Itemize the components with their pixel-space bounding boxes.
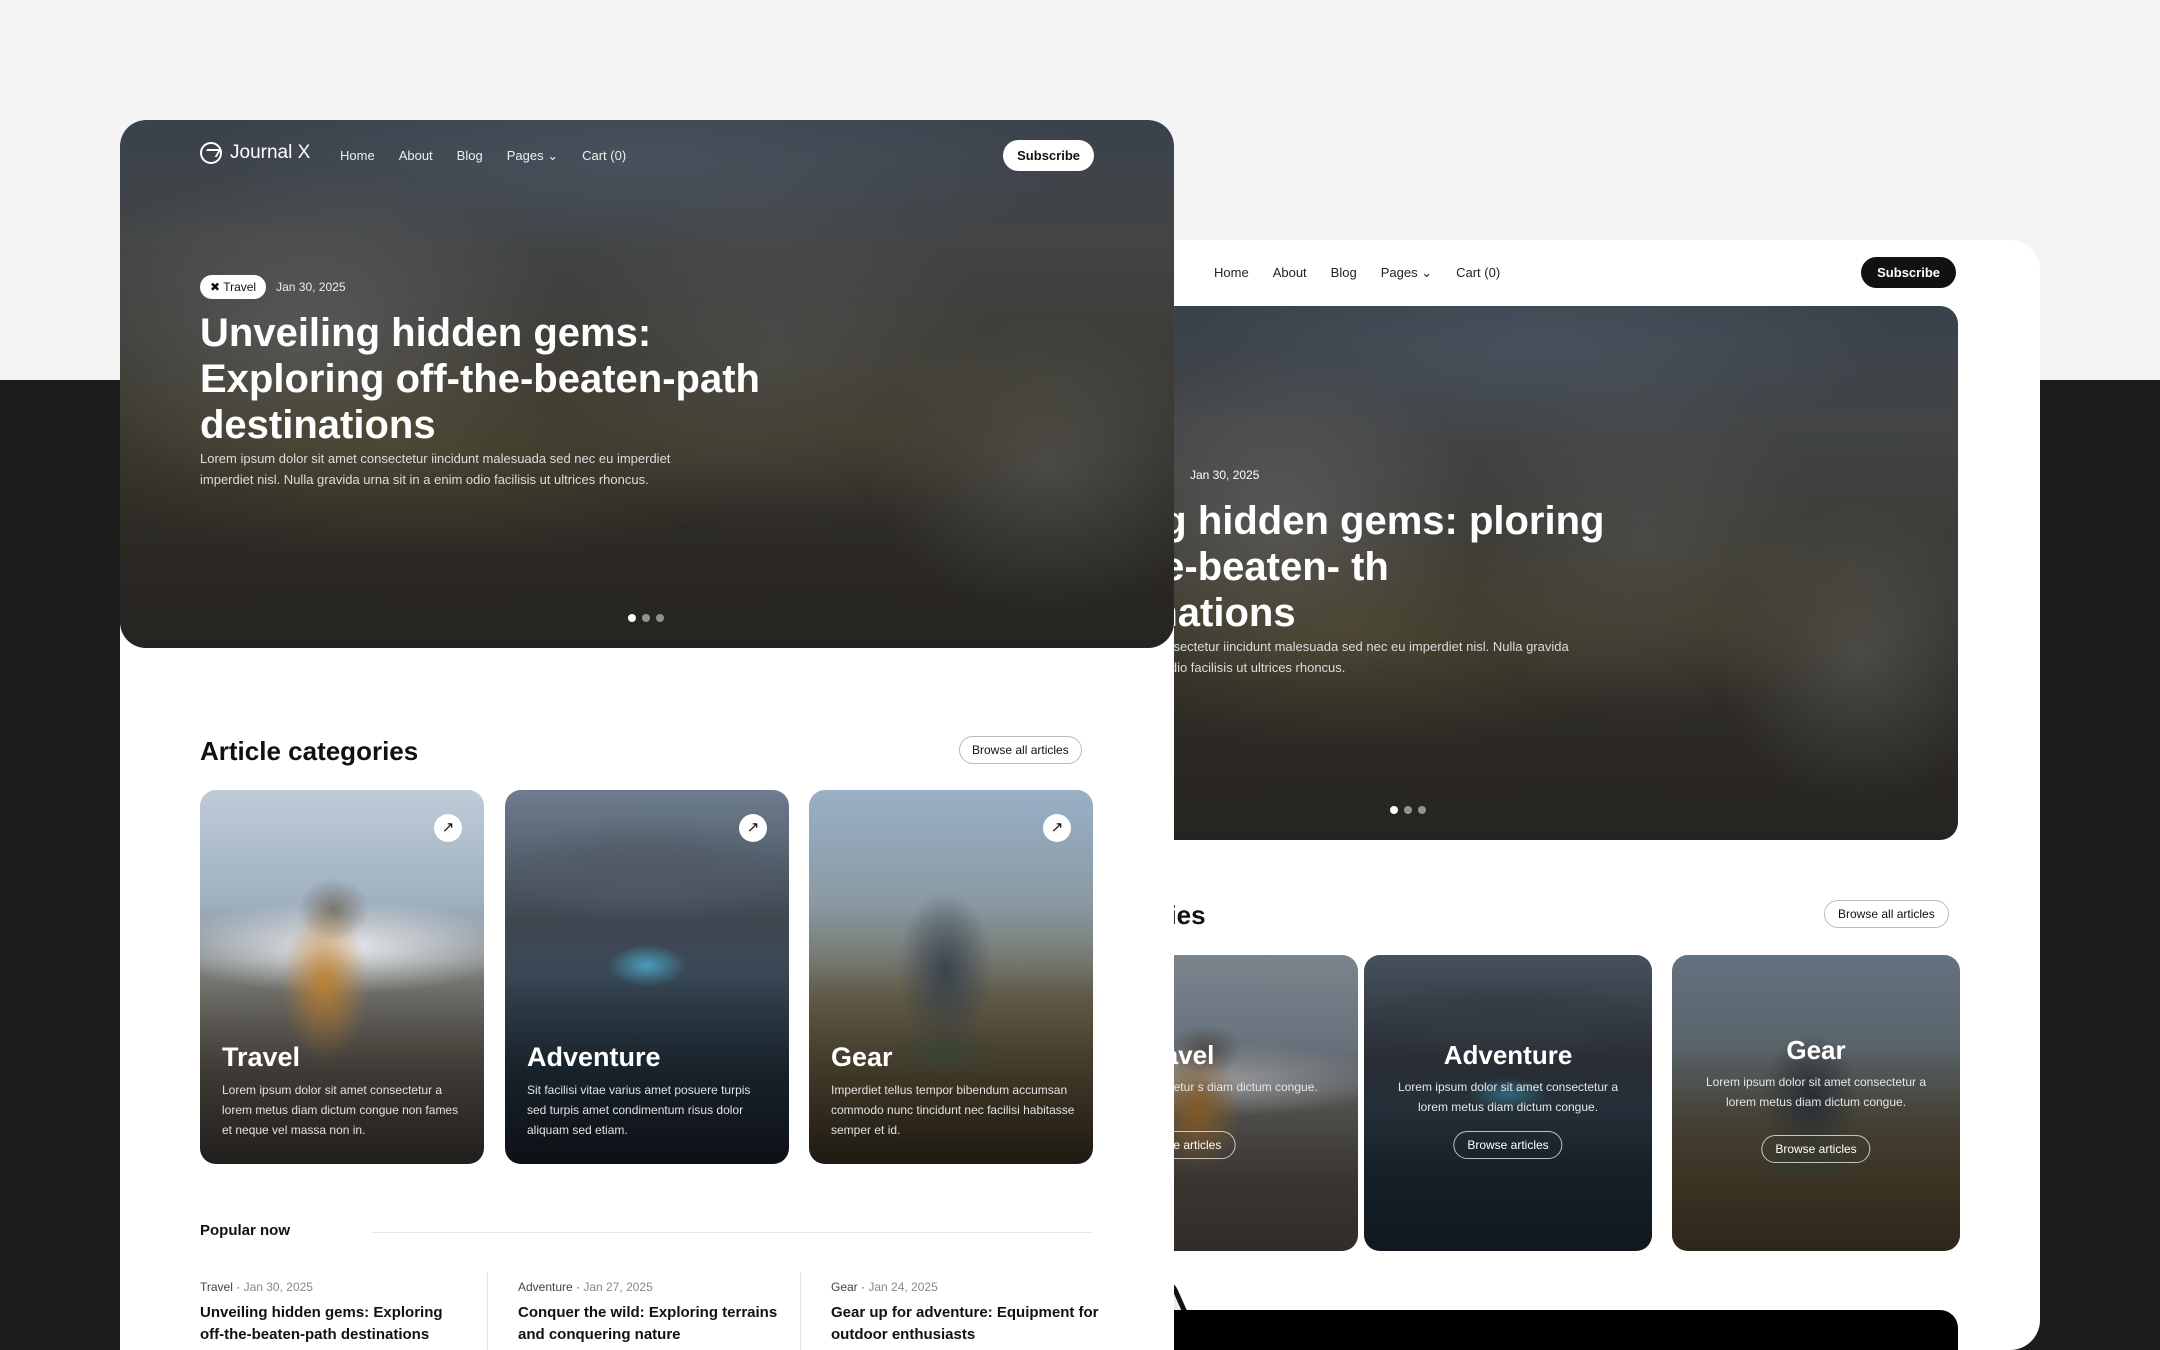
carousel-dot[interactable] — [1390, 806, 1398, 814]
back-hero-date: Jan 30, 2025 — [1190, 468, 1260, 482]
post-date: Jan 30, 2025 — [243, 1280, 313, 1294]
back-nav-links: Home About Blog Pages ⌄ Cart (0) — [1214, 265, 1500, 281]
browse-all-button[interactable]: Browse all articles — [959, 736, 1082, 764]
post-date: Jan 24, 2025 — [868, 1280, 938, 1294]
divider — [372, 1232, 1092, 1233]
navbar: Journal X Home About Blog Pages ⌄ Cart (… — [200, 140, 1094, 176]
back-card-browse-button[interactable]: Browse articles — [1453, 1131, 1563, 1159]
back-browse-all-button[interactable]: Browse all articles — [1824, 900, 1949, 928]
back-card-title: Adventure — [1443, 1040, 1573, 1070]
back-card-gear[interactable]: Gear Lorem ipsum dolor sit amet consecte… — [1672, 955, 1960, 1251]
divider — [487, 1272, 488, 1350]
hero-title: Unveiling hidden gems: Exploring off-the… — [200, 311, 760, 447]
post-meta: Travel · Jan 30, 2025 — [200, 1280, 313, 1294]
nav-pages-label: Pages — [506, 148, 544, 163]
front-window: Journal X Home About Blog Pages ⌄ Cart (… — [120, 120, 1174, 1350]
nav-links: Home About Blog Pages ⌄ Cart (0) — [340, 148, 626, 164]
brand-name: Journal X — [230, 142, 311, 163]
back-card-desc: Lorem ipsum dolor sit amet consectetur a… — [1397, 1080, 1619, 1114]
back-hero-body: n dolor sit amet consectetur iincidunt m… — [1130, 639, 1569, 675]
back-nav-cart[interactable]: Cart (0) — [1456, 265, 1500, 281]
back-card-adventure[interactable]: Adventure Lorem ipsum dolor sit amet con… — [1364, 955, 1652, 1251]
hero-date: Jan 30, 2025 — [276, 280, 346, 294]
hero-banner: Journal X Home About Blog Pages ⌄ Cart (… — [120, 120, 1174, 648]
post-meta: Gear · Jan 24, 2025 — [831, 1280, 938, 1294]
back-subscribe-button[interactable]: Subscribe — [1861, 257, 1956, 288]
card-desc: Imperdiet tellus tempor bibendum accumsa… — [831, 1083, 1075, 1137]
subscribe-button[interactable]: Subscribe — [1003, 140, 1094, 171]
carousel-dot[interactable] — [628, 614, 636, 622]
post-title[interactable]: Conquer the wild: Exploring terrains and… — [518, 1302, 788, 1346]
carousel-dots — [628, 614, 664, 622]
back-card-desc: Lorem ipsum dolor sit amet consectetur a… — [1705, 1075, 1927, 1109]
back-nav-pages-label: Pages — [1380, 265, 1418, 280]
card-desc: Lorem ipsum dolor sit amet consectetur a… — [222, 1083, 459, 1137]
nav-about[interactable]: About — [399, 148, 433, 164]
popular-post[interactable]: Adventure · Jan 27, 2025 Conquer the wil… — [518, 1280, 788, 1346]
back-nav-pages[interactable]: Pages ⌄ — [1381, 265, 1432, 281]
card-adventure[interactable]: ↗ Adventure Sit facilisi vitae varius am… — [505, 790, 789, 1164]
back-navbar: X Home About Blog Pages ⌄ Cart (0) Subsc… — [1130, 240, 2040, 306]
post-category[interactable]: Travel — [200, 1280, 233, 1294]
post-title[interactable]: Unveiling hidden gems: Exploring off-the… — [200, 1302, 470, 1346]
back-window-preview: X Home About Blog Pages ⌄ Cart (0) Subsc… — [1130, 240, 2040, 1350]
category-tag-label: Travel — [223, 280, 257, 294]
back-card-title: Gear — [1786, 1035, 1846, 1065]
logo-mountain-icon — [200, 142, 222, 164]
back-footer-banner — [1130, 1310, 1958, 1350]
divider — [800, 1272, 801, 1350]
post-category[interactable]: Gear — [831, 1280, 858, 1294]
plane-icon: ✖ — [210, 280, 221, 294]
back-hero-banner: Jan 30, 2025 veiling hidden gems: plorin… — [1130, 306, 1958, 840]
card-title: Gear — [831, 1042, 893, 1072]
back-card-browse-button[interactable]: Browse articles — [1761, 1135, 1871, 1163]
carousel-dot[interactable] — [1418, 806, 1426, 814]
arrow-up-right-icon[interactable]: ↗ — [739, 814, 767, 842]
category-tag[interactable]: ✖ Travel — [200, 275, 267, 299]
post-category[interactable]: Adventure — [518, 1280, 573, 1294]
hero-body: Lorem ipsum dolor sit amet consectetur i… — [200, 451, 671, 487]
post-title[interactable]: Gear up for adventure: Equipment for out… — [831, 1302, 1101, 1346]
card-travel[interactable]: ↗ Travel Lorem ipsum dolor sit amet cons… — [200, 790, 484, 1164]
carousel-dot[interactable] — [1404, 806, 1412, 814]
hero-meta: ✖ Travel Jan 30, 2025 — [200, 275, 346, 299]
chevron-down-icon: ⌄ — [547, 148, 559, 163]
popular-now-title: Popular now — [200, 1222, 290, 1239]
card-desc: Sit facilisi vitae varius amet posuere t… — [527, 1083, 751, 1137]
card-gear[interactable]: ↗ Gear Imperdiet tellus tempor bibendum … — [809, 790, 1093, 1164]
back-nav-blog[interactable]: Blog — [1331, 265, 1357, 281]
back-nav-home[interactable]: Home — [1214, 265, 1249, 281]
card-title: Travel — [222, 1042, 301, 1072]
card-title: Adventure — [527, 1042, 661, 1072]
nav-pages[interactable]: Pages ⌄ — [507, 148, 558, 164]
post-date: Jan 27, 2025 — [583, 1280, 653, 1294]
popular-post[interactable]: Travel · Jan 30, 2025 Unveiling hidden g… — [200, 1280, 470, 1346]
carousel-dot[interactable] — [642, 614, 650, 622]
logo[interactable]: Journal X — [200, 142, 310, 164]
back-hero-title: veiling hidden gems: ploring off-the-bea… — [1130, 499, 1605, 635]
nav-blog[interactable]: Blog — [457, 148, 483, 164]
carousel-dot[interactable] — [656, 614, 664, 622]
post-meta: Adventure · Jan 27, 2025 — [518, 1280, 653, 1294]
back-nav-about[interactable]: About — [1273, 265, 1307, 281]
chevron-down-icon: ⌄ — [1421, 265, 1433, 280]
nav-cart[interactable]: Cart (0) — [582, 148, 626, 164]
arrow-up-right-icon[interactable]: ↗ — [1043, 814, 1071, 842]
arrow-up-right-icon[interactable]: ↗ — [434, 814, 462, 842]
popular-post[interactable]: Gear · Jan 24, 2025 Gear up for adventur… — [831, 1280, 1101, 1346]
nav-home[interactable]: Home — [340, 148, 375, 164]
back-carousel-dots — [1390, 806, 1426, 814]
categories-title: Article categories — [200, 736, 419, 766]
